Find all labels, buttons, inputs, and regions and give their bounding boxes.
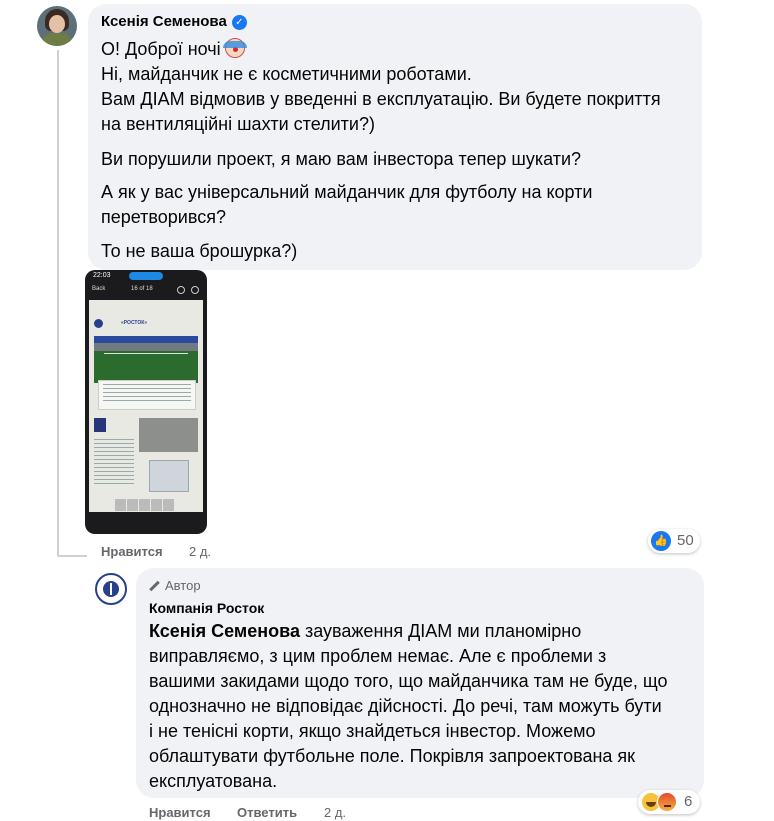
- comment-line: А як у вас універсальний майданчик для ф…: [101, 182, 593, 202]
- comment-bubble: Ксенія Семенова ✓ О! Доброї ночі Ні, майд…: [88, 4, 702, 270]
- avatar[interactable]: [95, 573, 127, 605]
- phone-page-label: 16 of 18: [131, 286, 153, 292]
- comment-line: Ви порушили проект, я маю вам інвестора …: [101, 149, 582, 169]
- brochure-page: «РОСТОК»: [89, 300, 203, 512]
- reactions-summary[interactable]: 6: [638, 790, 700, 814]
- angry-icon: [657, 792, 677, 812]
- comment-line: і не тенісні корти, якщо знайдеться інве…: [149, 721, 596, 741]
- author-badge: Автор: [149, 578, 201, 593]
- comment-line: Ні, майданчик не є косметичними роботами…: [101, 64, 472, 84]
- like-button[interactable]: Нравится: [101, 544, 163, 559]
- brochure-logo-icon: [94, 319, 103, 328]
- comment-line: перетворився?: [101, 207, 226, 227]
- comment-line: облаштувати футбольне поле. Покрівля зап…: [149, 746, 636, 766]
- brochure-building-image: [139, 418, 198, 452]
- phone-top-bar: Back 16 of 18: [85, 283, 207, 297]
- comment-line: Вам ДІАМ відмовив у введенні в експлуата…: [101, 89, 661, 109]
- comment-line: То не ваша брошурка?): [101, 241, 298, 261]
- comment-line: однозначно не відповідає дійсності. До р…: [149, 696, 662, 716]
- avatar[interactable]: [37, 6, 77, 46]
- share-icon: [177, 286, 185, 294]
- comment-bubble: Автор Компанія Росток Ксенія Семенова за…: [136, 568, 704, 798]
- clown-emoji-icon: [222, 38, 247, 58]
- thread-line-curve: [57, 555, 87, 557]
- reply-button[interactable]: Ответить: [237, 805, 297, 820]
- phone-back-label: Back: [92, 286, 106, 292]
- comment-time[interactable]: 2 д.: [189, 544, 211, 559]
- brochure-field-image: [94, 343, 198, 383]
- attached-photo[interactable]: 22:03 Back 16 of 18 «РОСТОК»: [85, 270, 207, 534]
- comment-line: на вентиляційні шахти стелити?): [101, 114, 375, 134]
- status-time: 22:03: [93, 272, 111, 279]
- phone-bottom-bar: [85, 516, 207, 534]
- thread-line-vertical: [57, 50, 59, 555]
- comment-line: вашими закидами щодо того, що майданчика…: [149, 671, 668, 691]
- verified-badge-icon: ✓: [231, 15, 247, 30]
- brochure-brand: «РОСТОК»: [121, 320, 148, 326]
- reactions-summary[interactable]: 👍 50: [648, 529, 700, 553]
- comment-line: експлуатована.: [149, 771, 278, 791]
- more-icon: [191, 286, 199, 294]
- like-button[interactable]: Нравится: [149, 805, 211, 820]
- phone-status-bar: 22:03: [85, 270, 207, 282]
- reactions-count: 6: [684, 793, 693, 810]
- like-icon: 👍: [651, 531, 671, 551]
- comment-line: виправляємо, з цим проблем немає. Але є …: [149, 646, 607, 666]
- thumbnail-strip: [115, 498, 177, 511]
- mention-link[interactable]: Ксенія Семенова: [149, 621, 300, 641]
- comment-line: зауваження ДІАМ ми планомірно: [299, 621, 582, 641]
- reactions-count: 50: [677, 532, 694, 549]
- comment-line: О! Доброї ночі: [101, 39, 221, 59]
- comment-author[interactable]: Ксенія Семенова: [101, 13, 227, 30]
- author-badge-label: Автор: [165, 578, 201, 593]
- comment-time[interactable]: 2 д.: [324, 805, 346, 820]
- pencil-icon: [149, 581, 159, 591]
- brochure-plan-image: [149, 460, 189, 492]
- comment-author[interactable]: Компанія Росток: [149, 600, 264, 616]
